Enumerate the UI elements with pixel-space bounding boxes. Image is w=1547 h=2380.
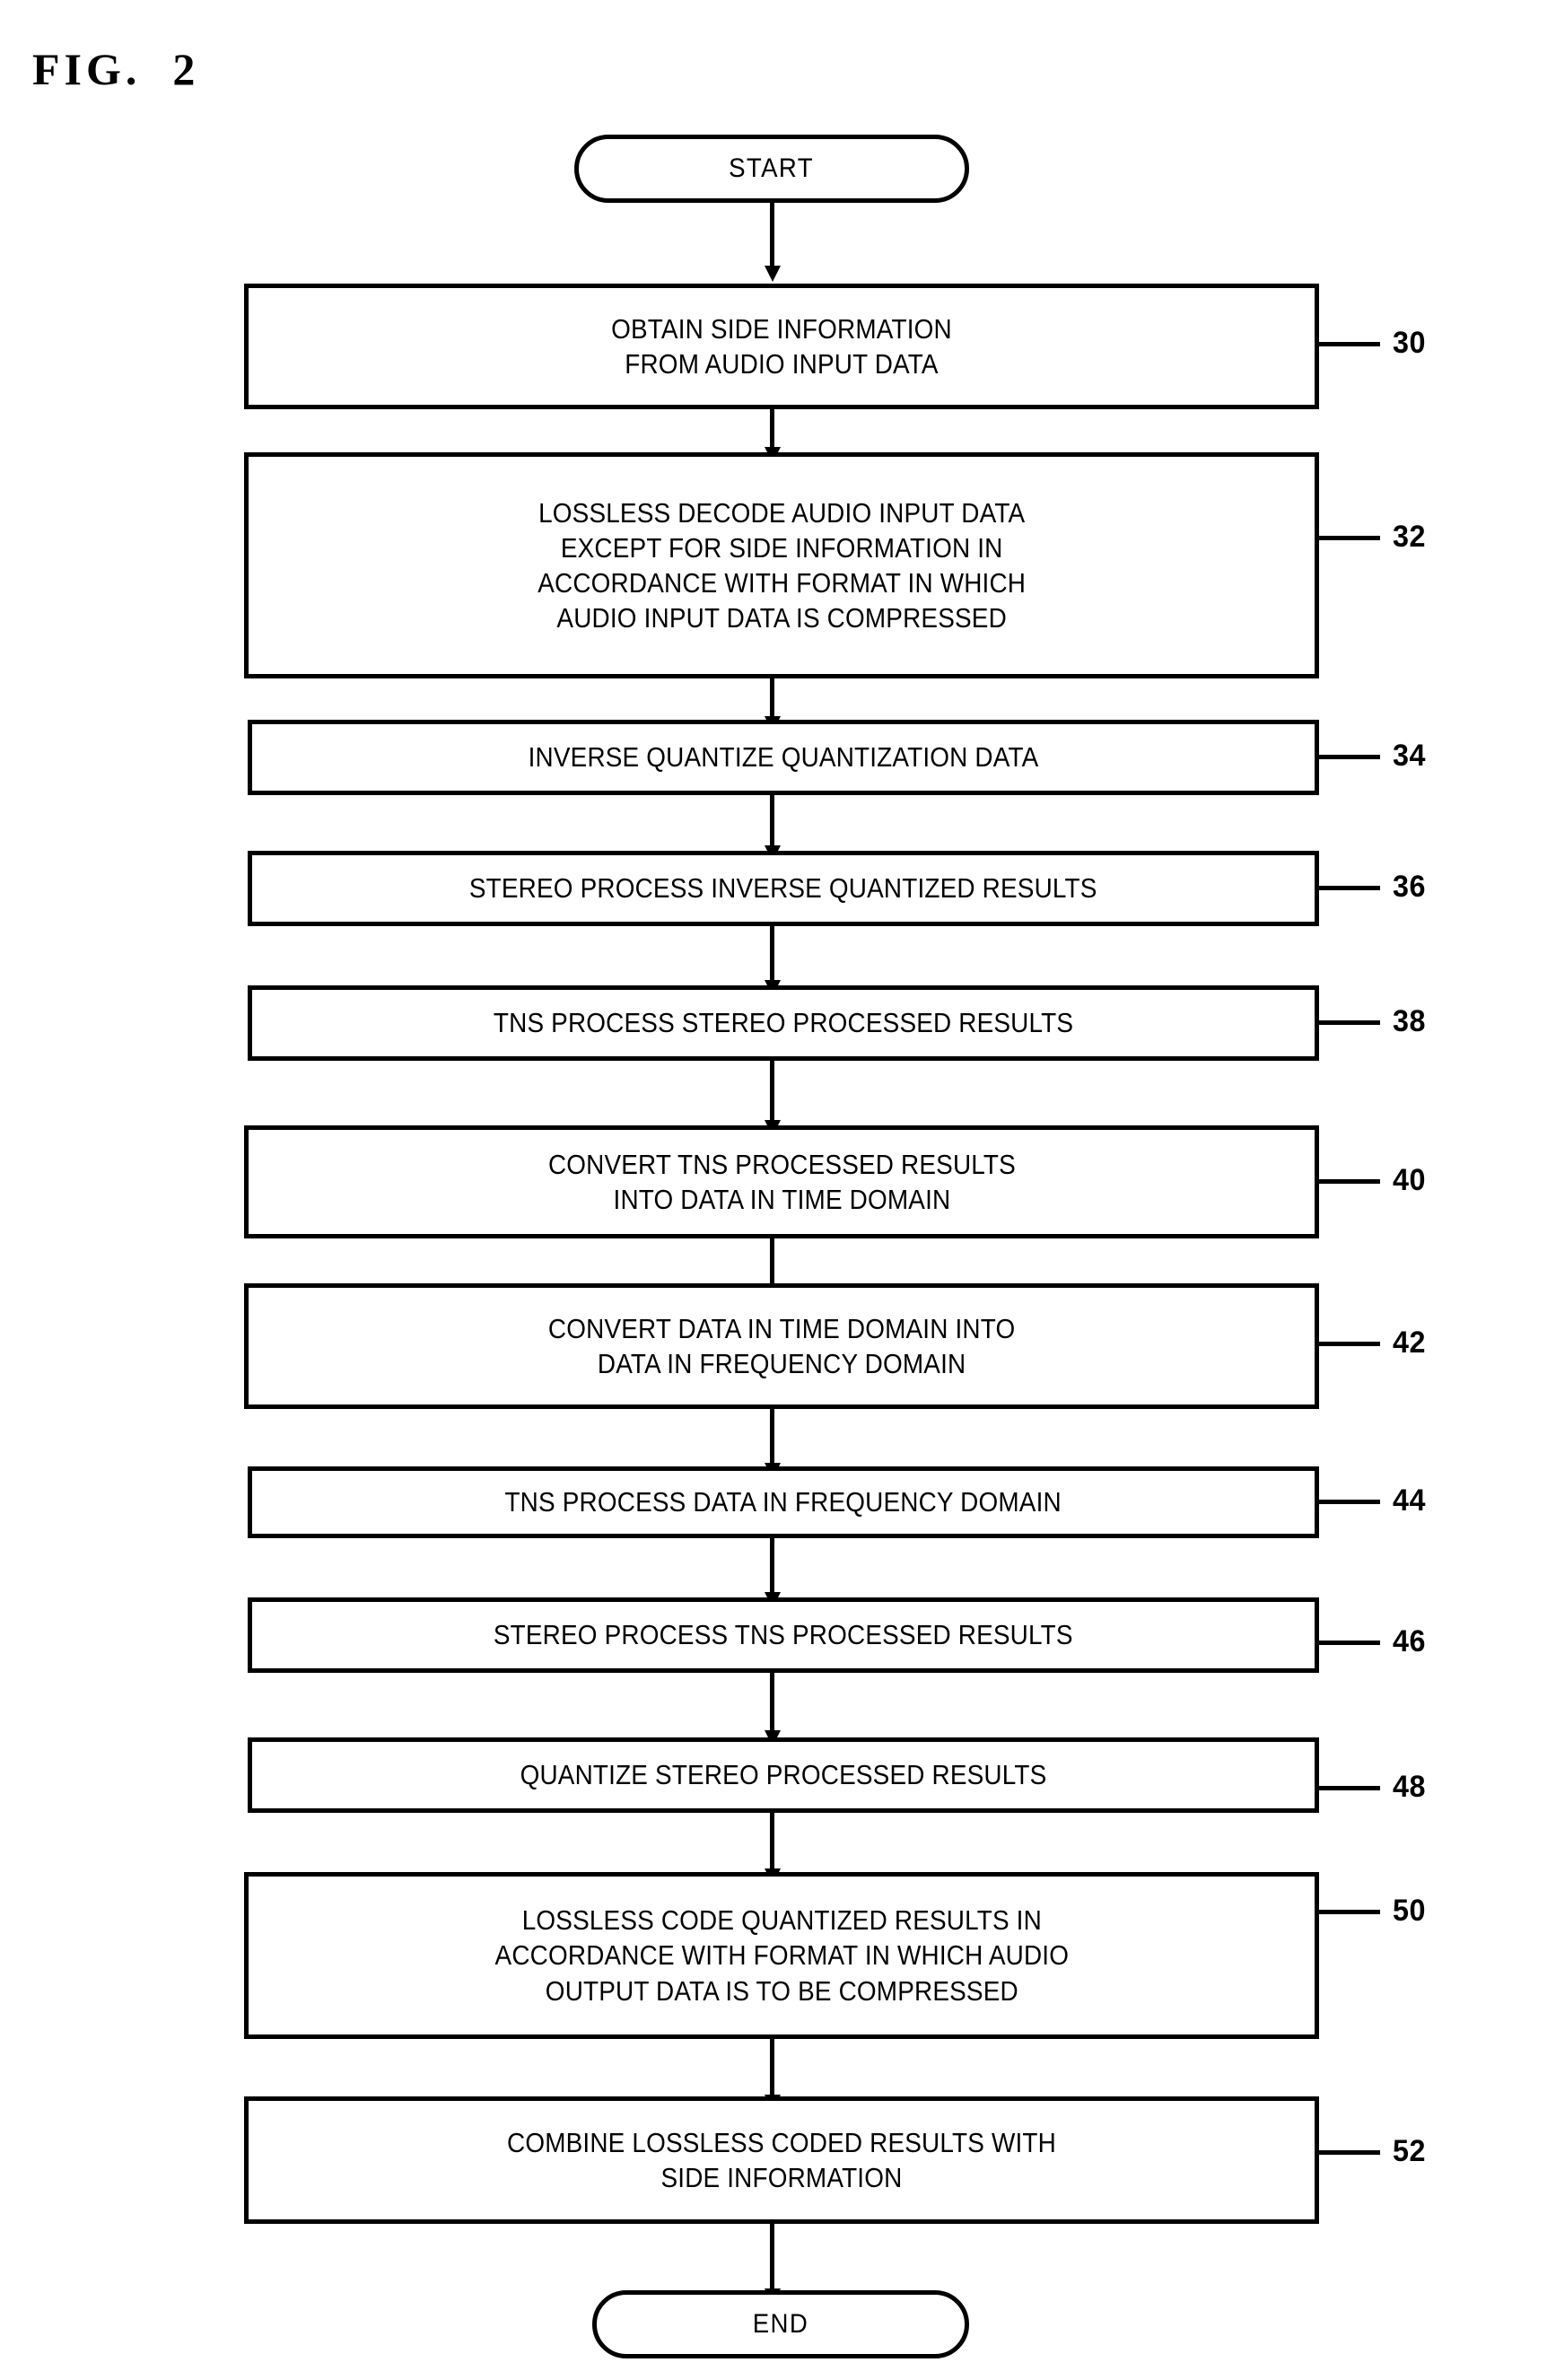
leader-tick-40 (1319, 1179, 1380, 1184)
process-box-50: LOSSLESS CODE QUANTIZED RESULTS IN ACCOR… (244, 1872, 1319, 2039)
process-box-46: STEREO PROCESS TNS PROCESSED RESULTS (248, 1597, 1319, 1673)
reference-number-42: 42 (1393, 1326, 1426, 1360)
process-box-50-label: LOSSLESS CODE QUANTIZED RESULTS IN ACCOR… (494, 1904, 1069, 2007)
reference-number-32: 32 (1393, 520, 1426, 554)
process-box-40-label: CONVERT TNS PROCESSED RESULTS INTO DATA … (547, 1148, 1016, 1215)
reference-number-36: 36 (1393, 870, 1426, 904)
process-box-48: QUANTIZE STEREO PROCESSED RESULTS (248, 1737, 1319, 1813)
leader-tick-30 (1319, 342, 1380, 346)
process-box-30: OBTAIN SIDE INFORMATION FROM AUDIO INPUT… (244, 284, 1319, 409)
process-box-32: LOSSLESS DECODE AUDIO INPUT DATA EXCEPT … (244, 452, 1319, 678)
leader-tick-36 (1319, 886, 1380, 890)
process-box-46-label: STEREO PROCESS TNS PROCESSED RESULTS (494, 1619, 1073, 1651)
process-box-44: TNS PROCESS DATA IN FREQUENCY DOMAIN (248, 1466, 1319, 1538)
leader-tick-42 (1319, 1342, 1380, 1346)
leader-tick-38 (1319, 1020, 1380, 1025)
terminator-end: END (592, 2290, 969, 2358)
process-box-34: INVERSE QUANTIZE QUANTIZATION DATA (248, 720, 1319, 795)
leader-tick-48 (1319, 1786, 1380, 1790)
process-box-42-label: CONVERT DATA IN TIME DOMAIN INTO DATA IN… (547, 1312, 1016, 1379)
terminator-start: START (574, 135, 969, 203)
process-box-36-label: STEREO PROCESS INVERSE QUANTIZED RESULTS (469, 872, 1097, 905)
reference-number-44: 44 (1393, 1483, 1426, 1518)
process-box-44-label: TNS PROCESS DATA IN FREQUENCY DOMAIN (504, 1486, 1062, 1518)
reference-number-46: 46 (1393, 1624, 1426, 1658)
flowchart: START OBTAIN SIDE INFORMATION FROM AUDIO… (0, 0, 1547, 2380)
connector-start-to-step-30 (760, 203, 783, 284)
leader-tick-44 (1319, 1500, 1380, 1504)
terminator-end-label: END (752, 2309, 809, 2339)
terminator-start-label: START (729, 153, 815, 183)
reference-number-50: 50 (1393, 1894, 1426, 1928)
reference-number-34: 34 (1393, 739, 1426, 773)
reference-number-38: 38 (1393, 1004, 1426, 1038)
reference-number-48: 48 (1393, 1770, 1426, 1804)
process-box-48-label: QUANTIZE STEREO PROCESSED RESULTS (520, 1759, 1047, 1791)
reference-number-52: 52 (1393, 2134, 1426, 2168)
leader-tick-46 (1319, 1641, 1380, 1645)
process-box-36: STEREO PROCESS INVERSE QUANTIZED RESULTS (248, 851, 1319, 926)
leader-tick-50 (1319, 1910, 1380, 1914)
patent-figure-2: FIG. 2 START OBTAIN SIDE INFORMATION FRO… (0, 0, 1547, 2380)
process-box-38-label: TNS PROCESS STEREO PROCESSED RESULTS (493, 1007, 1074, 1039)
process-box-42: CONVERT DATA IN TIME DOMAIN INTO DATA IN… (244, 1283, 1319, 1409)
process-box-30-label: OBTAIN SIDE INFORMATION FROM AUDIO INPUT… (611, 312, 952, 380)
process-box-40: CONVERT TNS PROCESSED RESULTS INTO DATA … (244, 1125, 1319, 1238)
reference-number-30: 30 (1393, 326, 1426, 360)
process-box-32-label: LOSSLESS DECODE AUDIO INPUT DATA EXCEPT … (538, 496, 1026, 634)
process-box-52: COMBINE LOSSLESS CODED RESULTS WITH SIDE… (244, 2096, 1319, 2224)
process-box-52-label: COMBINE LOSSLESS CODED RESULTS WITH SIDE… (507, 2126, 1056, 2193)
leader-tick-34 (1319, 755, 1380, 759)
process-box-38: TNS PROCESS STEREO PROCESSED RESULTS (248, 985, 1319, 1061)
leader-tick-32 (1319, 536, 1380, 540)
reference-number-40: 40 (1393, 1163, 1426, 1197)
leader-tick-52 (1319, 2150, 1380, 2155)
process-box-34-label: INVERSE QUANTIZE QUANTIZATION DATA (528, 741, 1039, 774)
